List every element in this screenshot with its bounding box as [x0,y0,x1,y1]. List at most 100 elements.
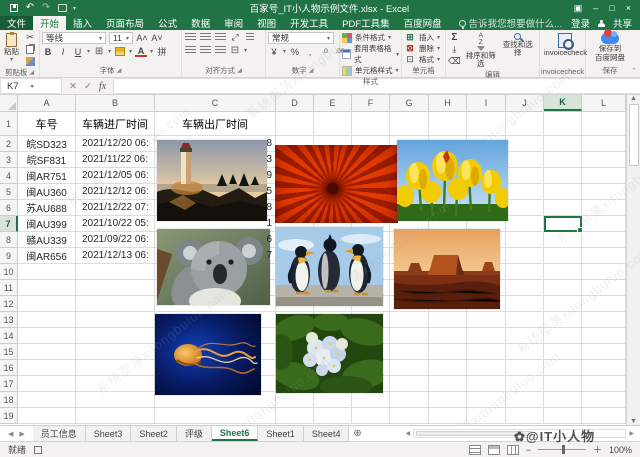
vertical-scroll-thumb[interactable] [629,104,639,166]
cell-A12[interactable] [18,296,76,312]
selected-cell-K7[interactable] [544,216,582,232]
cell-J11[interactable] [506,280,544,296]
new-sheet-button[interactable]: ⊕ [349,426,365,441]
cell-J13[interactable] [506,312,544,328]
align-right-icon[interactable] [214,45,226,56]
cell-K13[interactable] [544,312,582,328]
cut-icon[interactable]: ✂ [24,32,36,43]
cell-A8[interactable]: 赣AU339 [18,232,76,248]
cell-B1[interactable]: 车辆进厂时间 [76,112,155,136]
cell-A18[interactable] [18,392,76,408]
cell-L7[interactable] [582,216,626,232]
cell-C19[interactable] [155,408,276,424]
row-header-13[interactable]: 13 [0,312,18,328]
cell-D19[interactable] [276,408,314,424]
cell-J4[interactable] [506,168,544,184]
align-center-icon[interactable] [199,45,211,56]
column-header-F[interactable]: F [352,95,390,111]
cell-B19[interactable] [76,408,155,424]
cell-A11[interactable] [18,280,76,296]
save-to-netdisk-button[interactable]: 保存到百度网盘 [593,32,627,63]
insert-cells-button[interactable]: ⊞插入▾ [404,32,443,43]
photo-hydrangea[interactable] [276,314,383,393]
cell-A3[interactable]: 皖SF831 [18,152,76,168]
cell-B15[interactable] [76,344,155,360]
sign-in-link[interactable]: 登录 [571,16,590,30]
clipboard-launcher[interactable]: ◢ [29,69,34,76]
cell-L14[interactable] [582,328,626,344]
cell-I18[interactable] [467,392,506,408]
cell-A16[interactable] [18,360,76,376]
cell-A15[interactable] [18,344,76,360]
cell-H14[interactable] [429,328,467,344]
cell-I14[interactable] [467,328,506,344]
photo-lighthouse-at-dusk[interactable] [157,140,267,221]
photo-desert-butte[interactable] [394,229,500,309]
page-layout-view-icon[interactable] [488,445,500,455]
row-header-12[interactable]: 12 [0,296,18,312]
scroll-down-icon[interactable]: ▼ [630,418,637,425]
sheet-tab-Sheet2[interactable]: Sheet2 [131,426,177,441]
cell-E1[interactable] [314,112,352,136]
cell-J19[interactable] [506,408,544,424]
photo-koala[interactable] [157,229,270,305]
format-as-table-button[interactable]: 套用表格格式▾ [342,43,399,65]
cell-F1[interactable] [352,112,390,136]
row-header-1[interactable]: 1 [0,112,18,136]
cell-G16[interactable] [390,360,429,376]
cell-J12[interactable] [506,296,544,312]
cell-H19[interactable] [429,408,467,424]
cell-B4[interactable]: 2021/12/05 06: [76,168,155,184]
conditional-formatting-button[interactable]: 条件格式▾ [342,32,399,43]
delete-cells-button[interactable]: ⊠删除▾ [404,43,443,54]
cell-A17[interactable] [18,376,76,392]
cell-I15[interactable] [467,344,506,360]
name-box[interactable]: K7▾ [0,78,62,94]
cell-H16[interactable] [429,360,467,376]
cell-A10[interactable] [18,264,76,280]
accounting-format-icon[interactable]: ¥ [268,46,280,57]
ribbon-tab-file[interactable]: 文件 [0,16,33,30]
cell-B3[interactable]: 2021/11/22 06: [76,152,155,168]
cell-L3[interactable] [582,152,626,168]
cell-G1[interactable] [390,112,429,136]
photo-yellow-tulips[interactable] [397,140,508,221]
cell-B12[interactable] [76,296,155,312]
wrap-text-icon[interactable] [244,32,256,43]
font-name-select[interactable]: 等线▾ [42,32,106,44]
cell-D1[interactable] [276,112,314,136]
ribbon-tab-PDF工具集[interactable]: PDF工具集 [335,16,397,30]
cell-E18[interactable] [314,392,352,408]
bold-button[interactable]: B [42,46,54,57]
cell-L19[interactable] [582,408,626,424]
cell-L18[interactable] [582,392,626,408]
sheet-tab-Sheet3[interactable]: Sheet3 [86,426,132,441]
cell-K14[interactable] [544,328,582,344]
cell-K15[interactable] [544,344,582,360]
row-header-10[interactable]: 10 [0,264,18,280]
percent-style-icon[interactable]: % [289,46,301,57]
sort-filter-button[interactable]: AZ 排序和筛选 [464,32,498,69]
align-left-icon[interactable] [184,45,196,56]
row-header-4[interactable]: 4 [0,168,18,184]
save-icon[interactable] [9,3,19,13]
cell-K12[interactable] [544,296,582,312]
cell-J18[interactable] [506,392,544,408]
fill-icon[interactable]: ⤓ [448,44,461,55]
row-header-16[interactable]: 16 [0,360,18,376]
orientation-icon[interactable]: ⤢ [229,32,241,43]
row-header-9[interactable]: 9 [0,248,18,264]
ribbon-tab-审阅[interactable]: 审阅 [217,16,250,30]
cell-J16[interactable] [506,360,544,376]
tell-me-box[interactable]: 告诉我您想要做什么... [459,16,562,30]
cell-J3[interactable] [506,152,544,168]
cell-K8[interactable] [544,232,582,248]
cell-B2[interactable]: 2021/12/20 06: [76,136,155,152]
font-launcher[interactable]: ◢ [117,67,122,74]
undo-icon[interactable]: ↶ [25,3,35,13]
row-header-14[interactable]: 14 [0,328,18,344]
cell-C1[interactable]: 车辆出厂时间 [155,112,276,136]
copy-icon[interactable] [24,44,36,55]
cell-K5[interactable] [544,184,582,200]
sheet-tab-Sheet1[interactable]: Sheet1 [258,426,304,441]
